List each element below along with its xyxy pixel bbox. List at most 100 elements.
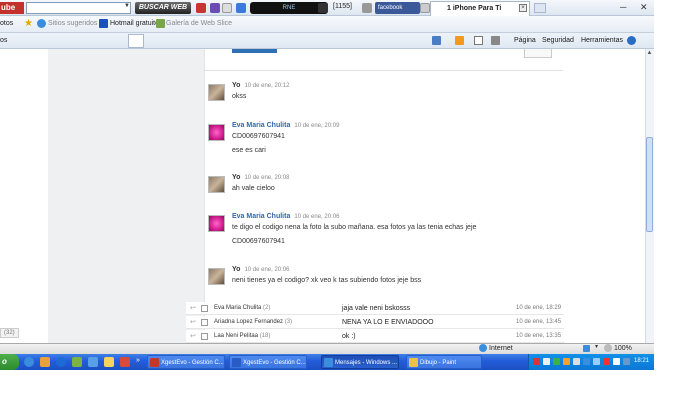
message-text: CD00697607941 (232, 238, 285, 245)
message-time: 10 de ene, 20:06 (294, 214, 340, 220)
quicklaunch-ie-icon[interactable] (24, 357, 34, 367)
toolbar-mini-icon-5[interactable] (420, 3, 430, 13)
quicklaunch-folder-icon[interactable] (40, 357, 50, 367)
sender-name[interactable]: Eva Maria Chulita (232, 213, 290, 220)
avatar (208, 84, 225, 101)
toolbar-mini-icon-3[interactable] (236, 3, 246, 13)
suggested-sites-link[interactable]: Sitios sugeridos (48, 20, 97, 27)
quicklaunch-messenger-icon[interactable] (72, 357, 82, 367)
message-sender: Yo 10 de ene, 20:12 (232, 82, 289, 89)
tray-volume-icon[interactable] (613, 358, 620, 365)
avatar (208, 124, 225, 141)
tray-icon-6[interactable] (583, 358, 590, 365)
sender-name[interactable]: Eva Maria Chulita (232, 122, 290, 129)
thread-sender: Laa Neni Pelitaa (18) (214, 333, 270, 339)
radio-player[interactable]: RNE (250, 2, 328, 14)
taskbar-button-label: XgestEvo - Gestión C... (161, 360, 224, 366)
tray-icon-2[interactable] (543, 358, 550, 365)
mail-icon[interactable] (222, 3, 232, 13)
quicklaunch-expand-icon[interactable]: » (136, 357, 140, 364)
page-menu[interactable]: Página (514, 37, 536, 44)
quicklaunch-ie2-icon[interactable] (56, 357, 66, 367)
toolbar-counter[interactable]: [1155] (333, 3, 352, 10)
taskbar-button-xgestevo-2[interactable]: XgestEvo - Gestión C... (229, 355, 307, 369)
message-sender: Yo 10 de ene, 20:06 (232, 266, 421, 273)
status-bar (0, 343, 654, 354)
thread-count: (18) (259, 333, 271, 339)
row-checkbox[interactable] (201, 319, 208, 326)
tray-icon-7[interactable] (623, 358, 630, 365)
tab-strip-label[interactable]: os (0, 37, 7, 44)
table-row[interactable]: ↩ Laa Neni Pelitaa (18) ok :) 10 de ene,… (186, 330, 564, 343)
scroll-up-arrow-icon[interactable]: ▲ (646, 50, 653, 57)
tray-network-icon[interactable] (593, 358, 600, 365)
scrollbar-thumb[interactable] (646, 137, 653, 232)
quicklaunch-media-icon[interactable] (120, 357, 130, 367)
search-dropdown-chevron-icon[interactable]: ▼ (124, 3, 130, 9)
hotmail-link[interactable]: Hotmail gratuito (110, 20, 159, 27)
avatar (208, 215, 225, 232)
tray-icon-5[interactable] (573, 358, 580, 365)
browser-tab-active[interactable]: 1 iPhone Para Ti (430, 1, 530, 16)
minimize-icon[interactable]: ─ (620, 2, 626, 12)
message-sender: Yo 10 de ene, 20:08 (232, 174, 289, 181)
feeds-icon[interactable] (455, 36, 464, 45)
tools-menu[interactable]: Herramientas (581, 37, 623, 44)
radio-station-label: RNE (282, 5, 296, 11)
favorites-label[interactable]: otos (0, 20, 13, 27)
toolbar-mini-icon-1[interactable] (196, 3, 206, 13)
toolbar-mini-icon-2[interactable] (210, 3, 220, 13)
reply-button[interactable] (232, 49, 277, 53)
close-window-icon[interactable]: ✕ (640, 2, 648, 13)
taskbar-button-xgestevo-1[interactable]: XgestEvo - Gestión C... (147, 355, 225, 369)
help-icon[interactable] (627, 36, 636, 45)
thread-date: 10 de ene, 18:29 (516, 305, 562, 311)
print-icon[interactable] (491, 36, 500, 45)
taskbar-button-mensajes[interactable]: Mensajes - Windows ... (321, 355, 399, 369)
taskbar-button-paint[interactable]: Dibujo - Paint (406, 355, 482, 369)
quicklaunch-desktop-icon[interactable] (88, 357, 98, 367)
row-checkbox[interactable] (201, 305, 208, 312)
folder-count-badge[interactable]: (32) (0, 328, 19, 338)
toolbar-search-input[interactable] (26, 2, 131, 14)
home-icon[interactable] (432, 36, 441, 45)
security-menu[interactable]: Seguridad (542, 37, 574, 44)
taskbar-clock[interactable]: 18:21 (634, 358, 649, 364)
xgestevo-app-icon (232, 358, 241, 367)
new-tab-button[interactable] (534, 3, 546, 13)
row-checkbox[interactable] (201, 333, 208, 340)
youtube-logo-icon[interactable]: ube (0, 2, 24, 14)
reply-arrow-icon: ↩ (190, 333, 196, 340)
facebook-button[interactable]: facebook (375, 2, 420, 14)
read-mail-icon[interactable] (474, 36, 483, 45)
zoom-level[interactable]: 100% (614, 345, 632, 352)
tray-icon-4[interactable] (563, 358, 570, 365)
toolbar-mini-icon-4[interactable] (362, 3, 372, 13)
protected-mode-icon[interactable] (583, 345, 590, 352)
buscar-web-button[interactable]: BUSCAR WEB (135, 2, 191, 14)
thread-date: 10 de ene, 13:45 (516, 319, 562, 325)
thread-sender: Ariadna Lopez Fernandez (3) (214, 319, 292, 325)
more-options-button[interactable] (524, 49, 552, 58)
thread-count: (2) (263, 305, 271, 311)
status-dropdown-chevron-icon[interactable]: ▾ (595, 343, 598, 350)
message-time: 10 de ene, 20:12 (244, 83, 290, 89)
security-zone-label: Internet (489, 345, 513, 352)
tray-icon-1[interactable] (533, 358, 540, 365)
tab-close-icon[interactable]: × (519, 4, 527, 12)
tray-icon-3[interactable] (553, 358, 560, 365)
tray-security-icon[interactable] (603, 358, 610, 365)
table-row[interactable]: ↩ Ariadna Lopez Fernandez (3) NENA YA LO… (186, 316, 564, 329)
favorites-star-icon[interactable]: ★ (24, 19, 33, 29)
tab-quick-button[interactable] (128, 34, 144, 48)
message-text: CD00697607941 (232, 133, 285, 140)
table-row[interactable]: ↩ Eva Maria Chulita (2) jaja vale neni b… (186, 302, 564, 315)
zoom-icon[interactable] (604, 344, 612, 352)
radio-stop-icon[interactable] (318, 3, 328, 13)
quicklaunch-explorer-icon[interactable] (104, 357, 114, 367)
thread-count: (3) (284, 319, 293, 325)
message-sender: Eva Maria Chulita 10 de ene, 20:09 (232, 122, 339, 129)
message-text: ese es cari (232, 147, 266, 154)
web-slice-gallery-link[interactable]: Galería de Web Slice (166, 20, 232, 27)
start-button[interactable]: o (0, 354, 19, 370)
